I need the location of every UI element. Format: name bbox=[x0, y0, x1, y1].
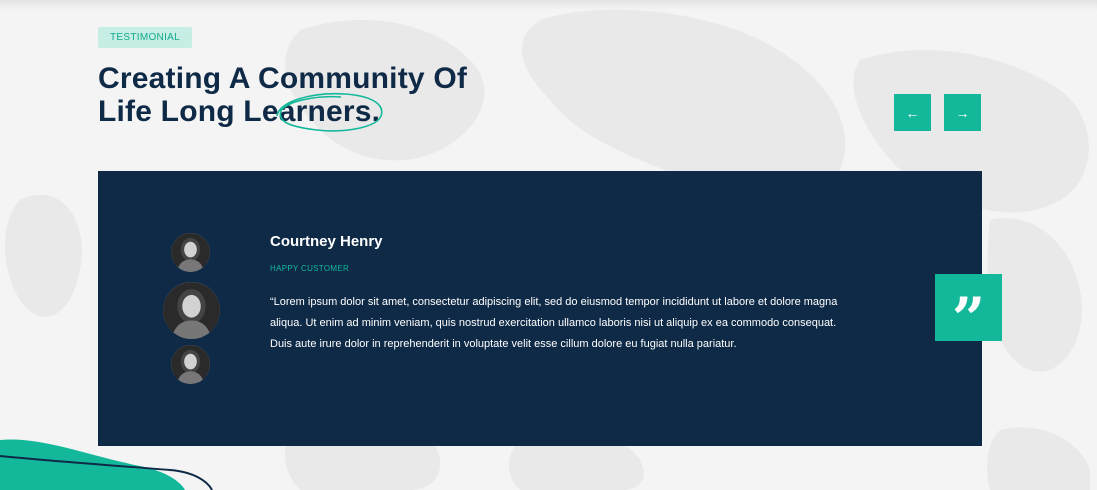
arrow-right-icon: → bbox=[955, 104, 970, 121]
avatar-thumbnail-2[interactable] bbox=[171, 345, 210, 384]
title-line-2-prefix: Life Long Le bbox=[98, 95, 279, 128]
testimonial-quote: “Lorem ipsum dolor sit amet, consectetur… bbox=[270, 296, 838, 351]
header-shadow bbox=[0, 0, 1097, 10]
title-highlight: arners bbox=[275, 92, 383, 132]
prev-button[interactable]: ← bbox=[894, 94, 931, 131]
testimonial-card: Courtney Henry HAPPY CUSTOMER “Lorem ips… bbox=[98, 171, 982, 446]
section-title: Creating A Community Of Life Long Le arne… bbox=[98, 62, 467, 132]
avatar-photo-icon bbox=[171, 345, 210, 384]
quote-badge: ” bbox=[935, 274, 1002, 348]
highlight-ellipse-icon bbox=[275, 92, 383, 132]
arrow-left-icon: ← bbox=[905, 104, 920, 121]
quote-icon: ” bbox=[951, 284, 986, 353]
avatar-active[interactable] bbox=[163, 282, 220, 339]
next-button[interactable]: → bbox=[944, 94, 981, 131]
testimonial-name: Courtney Henry bbox=[270, 233, 383, 250]
avatar-thumbnail-1[interactable] bbox=[171, 233, 210, 272]
testimonial-role: HAPPY CUSTOMER bbox=[270, 264, 350, 273]
avatar-photo-icon bbox=[163, 282, 220, 339]
avatar-photo-icon bbox=[171, 233, 210, 272]
decorative-wave bbox=[0, 439, 213, 490]
section-badge: TESTIMONIAL bbox=[98, 27, 192, 48]
